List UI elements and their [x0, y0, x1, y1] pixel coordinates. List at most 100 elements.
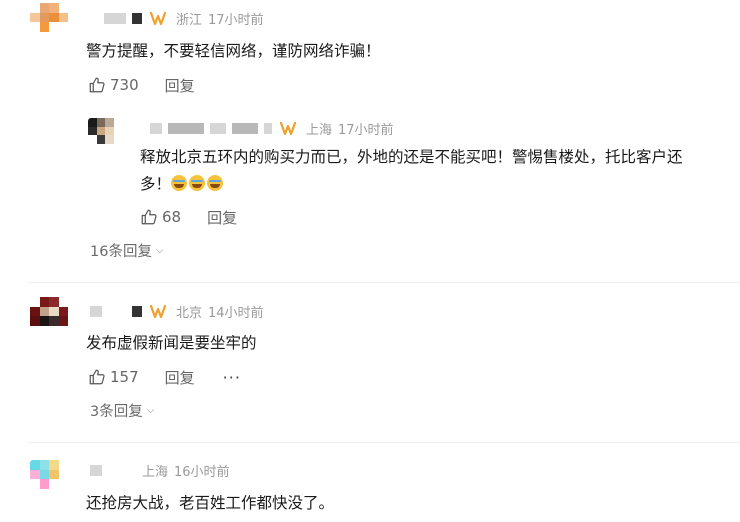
- like-button[interactable]: 730: [88, 76, 139, 94]
- badge-icon: [132, 12, 142, 24]
- thumbs-up-icon: [89, 77, 105, 93]
- laugh-cry-emoji-icon: [207, 175, 224, 191]
- more-options-button[interactable]: ···: [223, 368, 241, 387]
- username-blurred[interactable]: [104, 12, 126, 24]
- avatar-pixel: [39, 3, 49, 13]
- avatar-pixel: [88, 118, 97, 127]
- comment-text: 还抢房大战，老百姓工作都快没了。: [86, 494, 335, 512]
- avatar-pixel: [30, 460, 40, 470]
- avatar-pixel: [58, 488, 68, 498]
- avatar-pixel: [30, 488, 40, 498]
- avatar-pixel: [49, 325, 59, 335]
- avatar-pixel: [30, 316, 40, 326]
- avatar[interactable]: [30, 297, 68, 335]
- reply-meta: 上海 17小时前: [150, 119, 394, 138]
- expand-replies-label: 16条回复: [90, 244, 152, 260]
- avatar-pixel: [88, 126, 97, 135]
- avatar-pixel: [30, 479, 40, 489]
- avatar-pixel: [58, 297, 68, 307]
- avatar-pixel: [30, 12, 40, 22]
- location: 上海: [306, 122, 333, 138]
- avatar-pixel: [49, 31, 59, 41]
- avatar-pixel: [113, 126, 122, 135]
- avatar-pixel: [30, 3, 40, 13]
- avatar-pixel: [49, 488, 59, 498]
- comment-meta: 北京 14小时前: [90, 302, 264, 321]
- reply-button[interactable]: 回复: [165, 367, 195, 388]
- thumbs-up-icon: [89, 369, 105, 385]
- avatar-pixel: [58, 306, 68, 316]
- avatar-pixel: [58, 469, 68, 479]
- username-blurred: [168, 122, 204, 134]
- avatar-pixel: [58, 479, 68, 489]
- avatar-pixel: [39, 297, 49, 307]
- avatar-pixel: [58, 325, 68, 335]
- expand-replies-button[interactable]: 16条回复 ⌵: [90, 240, 164, 261]
- username-blurred[interactable]: [150, 122, 162, 134]
- avatar-pixel: [30, 31, 40, 41]
- reply-text-end: 多！: [140, 175, 172, 193]
- avatar-pixel: [39, 12, 49, 22]
- badge-icon: [132, 305, 142, 317]
- avatar-pixel: [30, 306, 40, 316]
- avatar-pixel: [30, 22, 40, 32]
- avatar-pixel: [105, 135, 114, 144]
- vip-icon: [280, 121, 296, 135]
- divider: [28, 282, 740, 283]
- comment-meta: 浙江 17小时前: [104, 9, 264, 28]
- avatar[interactable]: [30, 3, 68, 41]
- avatar-pixel: [105, 126, 114, 135]
- avatar-pixel: [49, 3, 59, 13]
- reply-avatar[interactable]: [88, 118, 122, 152]
- comment-actions: 157 回复 ···: [88, 366, 241, 388]
- avatar-pixel: [39, 306, 49, 316]
- avatar-pixel: [30, 297, 40, 307]
- avatar-pixel: [58, 316, 68, 326]
- avatar-pixel: [49, 22, 59, 32]
- avatar-pixel: [39, 469, 49, 479]
- username-blurred[interactable]: [90, 305, 102, 317]
- like-button[interactable]: 157: [88, 368, 139, 386]
- reply-button[interactable]: 回复: [207, 207, 237, 228]
- vip-icon: [150, 11, 166, 25]
- avatar-pixel: [49, 469, 59, 479]
- reply-button[interactable]: 回复: [165, 75, 195, 96]
- avatar-pixel: [39, 479, 49, 489]
- chevron-down-icon: ⌵: [155, 245, 164, 256]
- like-button[interactable]: 68: [140, 208, 181, 226]
- chevron-down-icon: ⌵: [146, 405, 155, 416]
- avatar-pixel: [113, 143, 122, 152]
- avatar-pixel: [39, 31, 49, 41]
- timestamp: 16小时前: [174, 464, 230, 480]
- avatar-pixel: [30, 325, 40, 335]
- avatar-pixel: [96, 126, 105, 135]
- location: 浙江: [176, 12, 203, 28]
- comment-text: 警方提醒，不要轻信网络，谨防网络诈骗！: [86, 42, 381, 60]
- avatar-pixel: [39, 316, 49, 326]
- username-blurred: [232, 122, 258, 134]
- avatar-pixel: [39, 22, 49, 32]
- avatar-pixel: [39, 460, 49, 470]
- avatar-pixel: [88, 135, 97, 144]
- avatar-pixel: [49, 316, 59, 326]
- avatar-pixel: [58, 3, 68, 13]
- vip-icon: [150, 304, 166, 318]
- username-blurred: [210, 122, 226, 134]
- expand-replies-button[interactable]: 3条回复 ⌵: [90, 400, 154, 421]
- avatar-pixel: [58, 12, 68, 22]
- comment-actions: 730 回复: [88, 74, 195, 96]
- avatar-pixel: [49, 297, 59, 307]
- avatar-pixel: [39, 488, 49, 498]
- avatar-pixel: [96, 143, 105, 152]
- avatar-pixel: [58, 460, 68, 470]
- avatar-pixel: [49, 12, 59, 22]
- avatar-pixel: [49, 460, 59, 470]
- location: 北京: [176, 305, 203, 321]
- divider: [28, 442, 740, 443]
- comment-text: 发布虚假新闻是要坐牢的: [86, 334, 257, 352]
- avatar[interactable]: [30, 460, 68, 498]
- reply-text-line: 多！: [140, 171, 740, 198]
- avatar-pixel: [49, 306, 59, 316]
- avatar-pixel: [96, 118, 105, 127]
- username-blurred[interactable]: [90, 464, 102, 476]
